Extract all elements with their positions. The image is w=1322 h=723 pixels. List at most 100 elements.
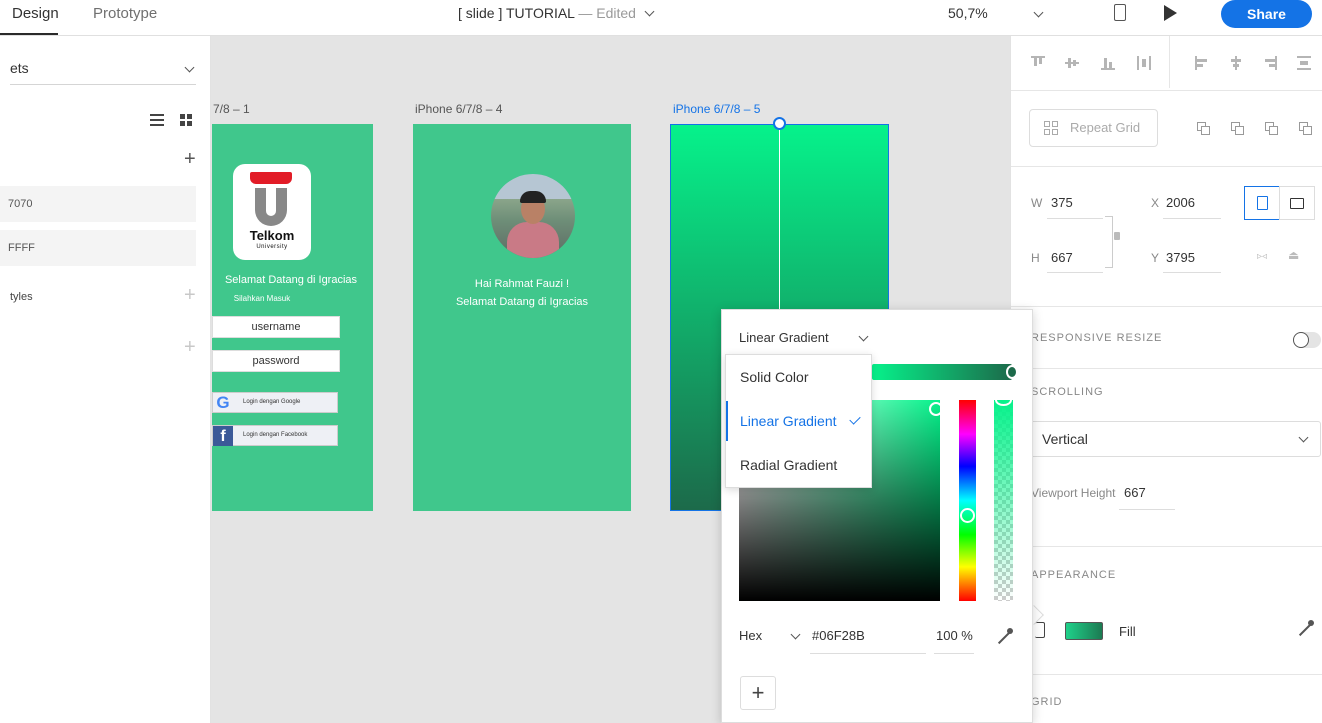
border-checkbox[interactable]	[1035, 622, 1045, 638]
grid-view-icon[interactable]	[180, 114, 192, 126]
portrait-icon	[1257, 196, 1268, 210]
password-field[interactable]: password	[212, 350, 340, 372]
gradient-type-menu: Solid Color Linear Gradient Radial Gradi…	[725, 354, 872, 488]
align-right-icon[interactable]	[1263, 56, 1277, 70]
logo-u-shape	[255, 188, 287, 226]
gradient-editor-line[interactable]	[779, 124, 780, 334]
viewport-height-field[interactable]: 667	[1124, 485, 1146, 500]
logo-red-shape	[250, 172, 292, 184]
align-left-icon[interactable]	[1195, 56, 1209, 70]
device-preview-icon[interactable]	[1114, 4, 1126, 21]
menu-item-linear-gradient[interactable]: Linear Gradient	[726, 401, 873, 441]
color-mode-dropdown[interactable]: Hex	[739, 628, 762, 643]
boolean-subtract-icon[interactable]	[1231, 122, 1245, 136]
viewport-height-label: Viewport Height	[1031, 486, 1116, 500]
grid-label: GRID	[1031, 696, 1063, 708]
color-picker-handle[interactable]	[929, 402, 943, 416]
divider	[10, 84, 196, 85]
fill-color-swatch[interactable]	[1065, 622, 1103, 640]
flip-vertical-icon[interactable]: ⏏	[1288, 248, 1299, 262]
artboard-profile[interactable]: Hai Rahmat Fauzi ! Selamat Datang di Igr…	[413, 124, 631, 511]
add-swatch-button[interactable]: +	[740, 676, 776, 710]
hue-slider[interactable]	[959, 400, 976, 601]
responsive-resize-toggle[interactable]	[1293, 332, 1321, 348]
eyedropper-icon[interactable]	[996, 628, 1014, 646]
checkmark-icon	[849, 413, 861, 425]
list-view-icon[interactable]	[150, 114, 164, 126]
google-login-button[interactable]: G Login dengan Google	[212, 392, 338, 413]
google-login-label: Login dengan Google	[243, 399, 301, 405]
repeat-grid-button[interactable]: Repeat Grid	[1029, 109, 1158, 147]
portrait-button[interactable]	[1244, 186, 1280, 220]
boolean-intersect-icon[interactable]	[1265, 122, 1279, 136]
align-center-icon[interactable]	[1229, 56, 1243, 70]
lock-icon[interactable]	[1114, 232, 1120, 240]
color-swatch-row[interactable]: 7070	[0, 186, 196, 222]
distribute-horizontal-icon[interactable]	[1297, 56, 1311, 70]
align-middle-icon[interactable]	[1065, 56, 1079, 70]
play-icon[interactable]	[1164, 5, 1177, 21]
assets-dropdown[interactable]: ets	[10, 60, 29, 76]
chevron-down-icon[interactable]	[858, 331, 869, 342]
gradient-stop-handle[interactable]	[1006, 365, 1018, 379]
welcome-text: Selamat Datang di Igracias	[455, 296, 589, 308]
gradient-bar[interactable]	[872, 364, 1012, 380]
boolean-exclude-icon[interactable]	[1299, 122, 1313, 136]
opacity-input[interactable]: 100 %	[936, 628, 973, 643]
add-style-icon[interactable]: +	[184, 284, 196, 307]
menu-item-label: Linear Gradient	[740, 413, 837, 429]
color-swatch-row[interactable]: FFFF	[0, 230, 196, 266]
facebook-login-label: Login dengan Facebook	[243, 432, 308, 438]
add-component-icon[interactable]: +	[184, 336, 196, 359]
scrolling-value: Vertical	[1042, 431, 1088, 447]
gradient-start-handle[interactable]	[773, 117, 786, 130]
alpha-slider-handle[interactable]	[995, 394, 1012, 406]
hue-slider-handle[interactable]	[960, 508, 975, 523]
menu-item-radial-gradient[interactable]: Radial Gradient	[726, 445, 873, 485]
eyedropper-icon[interactable]	[1297, 620, 1315, 638]
chevron-down-icon[interactable]	[790, 629, 801, 640]
document-name: [ slide ] TUTORIAL	[458, 5, 575, 21]
document-status: — Edited	[578, 5, 636, 21]
fill-label: Fill	[1119, 624, 1136, 639]
appearance-label: APPEARANCE	[1031, 569, 1117, 581]
zoom-level[interactable]: 50,7%	[948, 5, 988, 21]
facebook-login-button[interactable]: f Login dengan Facebook	[212, 425, 338, 446]
hex-input[interactable]: #06F28B	[812, 628, 865, 643]
artboard-label[interactable]: 7/8 – 1	[213, 102, 250, 116]
boolean-add-icon[interactable]	[1197, 122, 1211, 136]
greeting-text: Hai Rahmat Fauzi !	[474, 278, 570, 290]
top-toolbar: Design Prototype [ slide ] TUTORIAL — Ed…	[0, 0, 1322, 36]
menu-item-solid-color[interactable]: Solid Color	[726, 357, 873, 397]
logo-text: Telkom	[249, 228, 295, 243]
telkom-logo: Telkom University	[233, 164, 311, 260]
scrolling-label: SCROLLING	[1031, 386, 1104, 398]
avatar	[491, 174, 575, 258]
artboard-label-selected[interactable]: iPhone 6/7/8 – 5	[673, 102, 760, 116]
x-field[interactable]: 2006	[1166, 195, 1195, 210]
distribute-vertical-icon[interactable]	[1137, 56, 1151, 70]
height-field[interactable]: 667	[1051, 250, 1073, 265]
responsive-resize-label: RESPONSIVE RESIZE	[1031, 332, 1163, 344]
flip-horizontal-icon[interactable]: ▹◃	[1257, 251, 1267, 262]
document-title[interactable]: [ slide ] TUTORIAL — Edited	[458, 5, 655, 21]
share-button[interactable]: Share	[1221, 0, 1312, 28]
scrolling-select[interactable]: Vertical	[1029, 421, 1321, 457]
chevron-down-icon[interactable]	[184, 62, 195, 73]
align-top-icon[interactable]	[1031, 56, 1045, 70]
username-field[interactable]: username	[212, 316, 340, 338]
tab-prototype[interactable]: Prototype	[93, 5, 157, 22]
artboard-login[interactable]: Telkom University Selamat Datang di Igra…	[212, 124, 373, 511]
tab-design[interactable]: Design	[12, 5, 59, 22]
landscape-button[interactable]	[1279, 186, 1315, 220]
chevron-down-icon	[644, 6, 655, 17]
gradient-type-dropdown[interactable]: Linear Gradient	[739, 330, 829, 345]
artboard-label[interactable]: iPhone 6/7/8 – 4	[415, 102, 502, 116]
width-field[interactable]: 375	[1051, 195, 1073, 210]
login-subtitle: Silahkan Masuk	[233, 294, 291, 303]
add-color-icon[interactable]: +	[184, 148, 196, 171]
chevron-down-icon[interactable]	[1033, 7, 1044, 18]
y-field[interactable]: 3795	[1166, 250, 1195, 265]
active-tab-indicator	[0, 33, 58, 35]
align-bottom-icon[interactable]	[1101, 56, 1115, 70]
